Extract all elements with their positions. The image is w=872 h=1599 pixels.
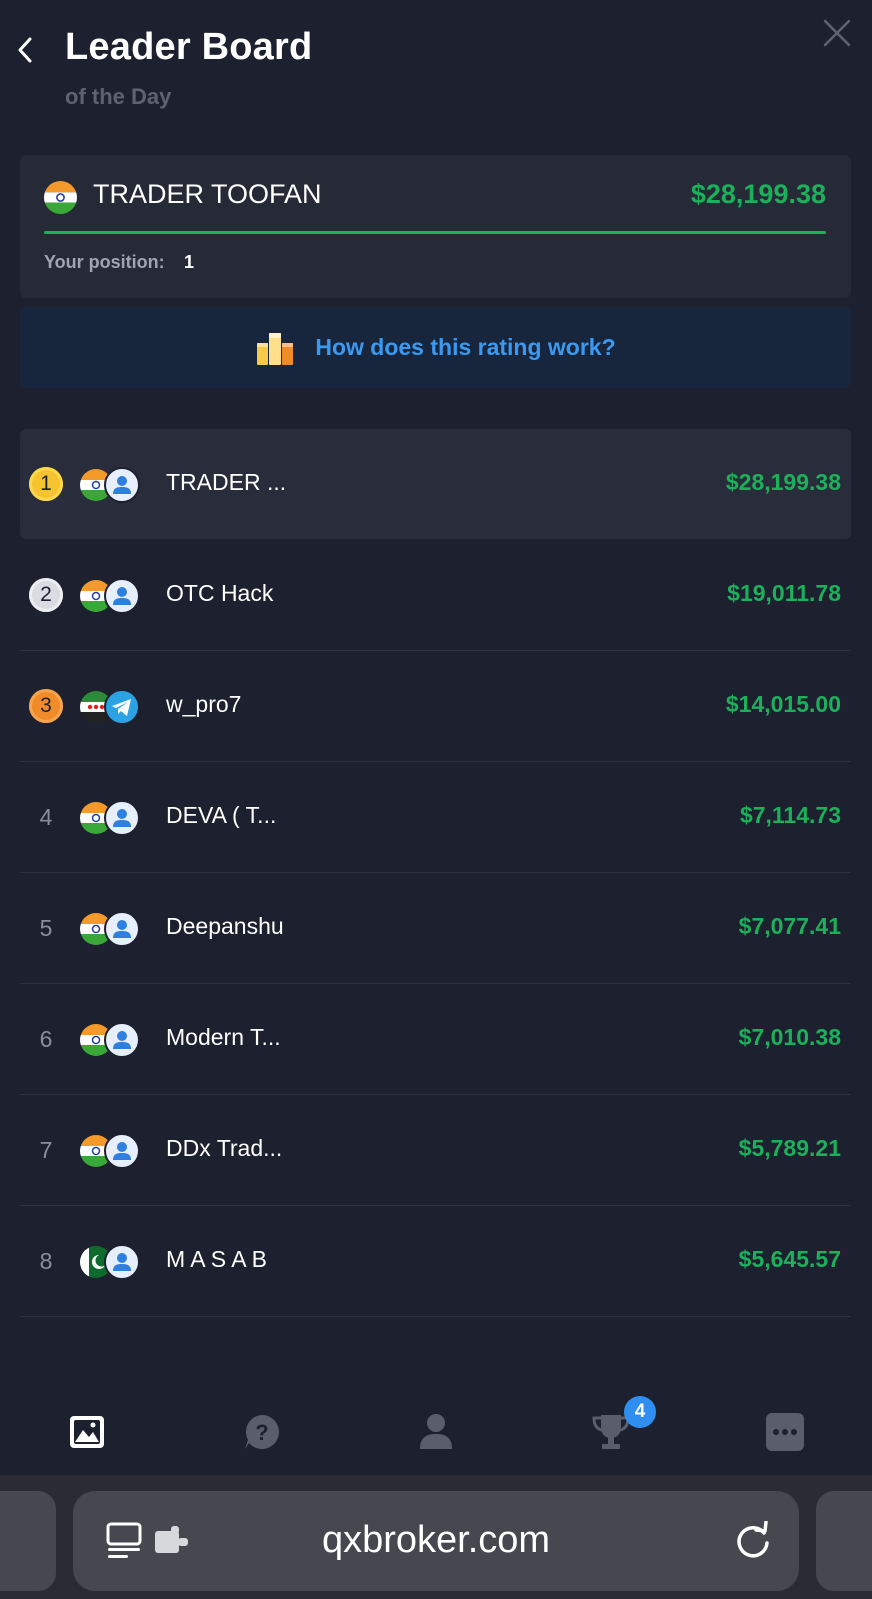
avatar	[80, 1133, 142, 1169]
page-subtitle: of the Day	[65, 84, 172, 109]
user-amount: $28,199.38	[690, 179, 826, 209]
trader-amount: $7,114.73	[739, 802, 841, 828]
leaderboard-row[interactable]: 5 Deepanshu $7,077.41	[20, 873, 851, 984]
trader-name: M A S A B	[166, 1246, 268, 1272]
trader-name: DDx Trad...	[166, 1135, 283, 1161]
avatar	[80, 467, 142, 503]
url-text: qxbroker.com	[321, 1519, 551, 1561]
trader-name: Deepanshu	[166, 913, 284, 939]
trader-amount: $14,015.00	[725, 691, 841, 717]
user-position-card: TRADER TOOFAN $28,199.38 Your position: …	[20, 155, 851, 298]
address-bar[interactable]: qxbroker.com	[73, 1491, 799, 1591]
trophy-badge: 4	[624, 1396, 656, 1428]
progress-divider	[44, 231, 826, 234]
trader-name: TRADER ...	[166, 469, 287, 495]
trader-amount: $7,077.41	[738, 913, 841, 939]
back-button[interactable]	[10, 30, 40, 70]
user-avatar-icon	[104, 578, 140, 614]
rating-info-text: How does this rating work?	[315, 334, 616, 360]
nav-profile-button[interactable]	[414, 1410, 458, 1454]
india-flag-icon	[44, 181, 77, 214]
more-icon	[766, 1413, 804, 1451]
avatar	[80, 1022, 142, 1058]
nav-more-button[interactable]	[763, 1410, 807, 1454]
help-icon: ?	[245, 1415, 279, 1449]
gift-bars-icon	[257, 332, 294, 365]
rating-info-link[interactable]: How does this rating work?	[20, 307, 851, 388]
chevron-left-icon	[18, 37, 32, 63]
previous-tab[interactable]	[0, 1491, 56, 1591]
user-avatar-icon	[104, 911, 140, 947]
close-button[interactable]	[822, 18, 852, 48]
chart-icon	[70, 1416, 104, 1448]
trader-name: DEVA ( T...	[166, 802, 277, 828]
leaderboard-row[interactable]: 7 DDx Trad... $5,789.21	[20, 1095, 851, 1206]
gold-medal-icon: 1	[29, 467, 63, 501]
user-avatar-icon	[104, 467, 140, 503]
position-label: Your position:	[44, 252, 165, 272]
rank-number: 6	[39, 1025, 53, 1052]
avatar	[80, 689, 142, 725]
user-avatar-icon	[104, 1133, 140, 1169]
rank-number: 5	[39, 914, 53, 941]
profile-icon	[420, 1414, 452, 1449]
leaderboard-row[interactable]: 2 OTC Hack $19,011.78	[20, 540, 851, 651]
avatar	[80, 800, 142, 836]
bottom-navigation: ?	[0, 1390, 872, 1475]
position-value: 1	[184, 252, 195, 272]
trader-name: Modern T...	[166, 1024, 281, 1050]
trader-amount: $19,011.78	[727, 580, 841, 606]
svg-text:?: ?	[255, 1420, 268, 1445]
user-name: TRADER TOOFAN	[93, 179, 322, 209]
avatar	[80, 578, 142, 614]
leaderboard-row[interactable]: 6 Modern T... $7,010.38	[20, 984, 851, 1095]
user-avatar-icon	[104, 800, 140, 836]
trader-amount: $7,010.38	[738, 1024, 841, 1050]
leaderboard-row[interactable]: 8 M A S A B $5,645.57	[20, 1206, 851, 1317]
user-avatar-icon	[104, 1244, 140, 1280]
reload-icon[interactable]	[733, 1521, 773, 1561]
silver-medal-icon: 2	[29, 578, 63, 612]
rank-number: 4	[39, 803, 53, 830]
browser-toolbar: qxbroker.com	[0, 1475, 872, 1599]
leaderboard-row[interactable]: 1 TRADER ... $28,199.38	[20, 429, 851, 539]
trader-amount: $5,789.21	[738, 1135, 841, 1161]
leaderboard-list: 1 TRADER ... $28,199.38 2 OTC Hack $19,0…	[20, 429, 851, 1317]
leaderboard-screen: Leader Board of the Day TRADER TOOFAN $2…	[0, 0, 872, 1475]
close-icon	[823, 19, 851, 47]
avatar	[80, 911, 142, 947]
nav-chart-button[interactable]	[65, 1410, 109, 1454]
trader-name: OTC Hack	[166, 580, 274, 606]
telegram-icon	[104, 689, 140, 725]
rank-number: 8	[39, 1247, 53, 1274]
next-tab[interactable]	[816, 1491, 872, 1591]
trader-amount: $28,199.38	[725, 469, 841, 495]
trader-amount: $5,645.57	[738, 1246, 841, 1272]
trader-name: w_pro7	[166, 691, 242, 717]
bronze-medal-icon: 3	[29, 689, 63, 723]
nav-help-button[interactable]: ?	[240, 1410, 284, 1454]
page-title: Leader Board	[65, 26, 313, 68]
leaderboard-row[interactable]: 3 w_pro7 $14,015.00	[20, 651, 851, 762]
user-avatar-icon	[104, 1022, 140, 1058]
avatar	[80, 1244, 142, 1280]
leaderboard-row[interactable]: 4 DEVA ( T... $7,114.73	[20, 762, 851, 873]
rank-number: 7	[39, 1136, 53, 1163]
